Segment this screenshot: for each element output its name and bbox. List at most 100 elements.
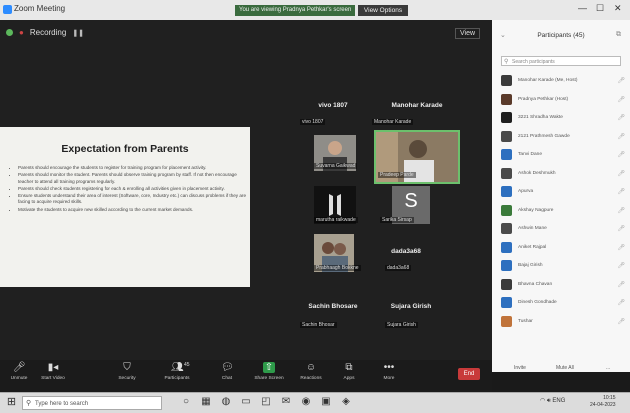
window-title: Zoom Meeting <box>14 4 66 13</box>
popout-icon[interactable]: ⧉ <box>616 31 621 39</box>
system-tray[interactable]: ◠ 🔊︎ ENG <box>540 397 565 405</box>
avatar-initial: S <box>404 190 418 212</box>
control-label: Unmute <box>10 376 28 381</box>
unmute-button[interactable]: 🎤︎ Unmute <box>0 362 38 381</box>
participant-row[interactable]: Ashok Deshmukh 🎤︎ <box>501 167 627 182</box>
participant-row[interactable]: Pradnya Pethkar (Host) 🎤︎ <box>501 93 627 108</box>
participant-row[interactable]: Dinesh Gondhade 🎤︎ <box>501 297 627 311</box>
participant-video-pradeep[interactable]: Pradeep Parde <box>374 130 460 184</box>
clock-time: 10:15 <box>603 395 616 401</box>
file-explorer-icon[interactable]: ▭ <box>240 396 252 408</box>
store-icon[interactable]: ◰ <box>260 396 272 408</box>
muted-mic-icon: 🎤︎ <box>617 115 625 121</box>
zoom-taskbar-icon[interactable]: ▣ <box>320 396 332 408</box>
shared-slide: Expectation from Parents Parents should … <box>0 127 250 287</box>
participant-video-prabhaagh[interactable]: Prabhaagh Bokkne <box>314 234 361 272</box>
video-tile-label: Sarika Sirsap <box>380 217 414 223</box>
volume-icon: 🔊︎ <box>546 398 551 404</box>
meeting-info: ● Recording ❚❚ <box>6 28 84 37</box>
video-tile-label: marutha raikwade <box>314 217 358 223</box>
muted-mic-icon: 🎤︎ <box>617 281 625 288</box>
participant-row[interactable]: Ashwin Mane 🎤︎ <box>501 223 627 237</box>
participant-name: 2121 Prathmesh Gawde <box>518 133 570 139</box>
muted-mic-icon: 🎤︎ <box>617 318 625 325</box>
participants-panel: ⌄ Participants (45) ⧉ ⚲ Search participa… <box>492 20 630 372</box>
muted-mic-icon: 🎤︎ <box>617 207 625 214</box>
video-tile-label: dada3a68 <box>385 265 412 271</box>
start-video-button[interactable]: ▮◂ Start Video <box>34 362 72 381</box>
participant-row[interactable]: Apurva 🎤︎ <box>501 186 627 200</box>
invite-button[interactable]: Invite <box>514 365 526 371</box>
close-icon[interactable]: ✕ <box>614 3 622 14</box>
windows-start-icon[interactable]: ⊞ <box>5 396 18 409</box>
apps-button[interactable]: ⧉ Apps <box>330 362 368 381</box>
taskbar-search-input[interactable]: ⚲ Type here to search <box>22 396 162 410</box>
participants-search-input[interactable]: ⚲ Search participants <box>501 56 621 66</box>
reactions-icon: ☺ <box>305 362 317 373</box>
muted-mic-icon: 🎤︎ <box>617 78 625 84</box>
panel-more-button[interactable]: ... <box>606 365 610 371</box>
more-button[interactable]: ••• More <box>370 362 408 381</box>
avatar <box>501 130 512 142</box>
share-screen-button[interactable]: ⇧ Share Screen <box>250 362 288 381</box>
participant-row[interactable]: Tanvi Dane 🎤︎ <box>501 149 627 163</box>
mail-icon[interactable]: ✉ <box>280 396 292 408</box>
participant-avatar-sarika[interactable]: S Sarika Sirsap <box>380 186 430 224</box>
participant-video-marutha[interactable]: marutha raikwade <box>314 186 358 224</box>
participant-name: Ashok Deshmukh <box>518 170 556 176</box>
video-tile-label: Sachin Bhosar <box>300 322 337 328</box>
participant-row[interactable]: Bajaj Girish 🎤︎ <box>501 260 627 274</box>
meeting-controls: 🎤︎ Unmute ▮◂ Start Video ⛉ Security 👥︎ 4… <box>0 360 492 392</box>
gallery-name: Manohar Karade <box>391 102 443 109</box>
view-options-button[interactable]: View Options <box>358 5 408 16</box>
window-titlebar: Zoom Meeting You are viewing Pradnya Pet… <box>0 0 630 21</box>
participant-row[interactable]: Akshay Nagpure 🎤︎ <box>501 204 627 219</box>
security-button[interactable]: ⛉ Security <box>108 362 146 381</box>
minimize-icon[interactable]: — <box>578 3 587 13</box>
video-icon: ▮◂ <box>47 362 59 373</box>
participant-row[interactable]: 2121 Prathmesh Gawde 🎤︎ <box>501 130 627 145</box>
participant-name: Tanvi Dane <box>518 152 542 157</box>
avatar <box>501 223 512 234</box>
control-label: Start Video <box>41 376 65 381</box>
muted-mic-icon: 🎤︎ <box>617 300 625 306</box>
chat-icon: 💬︎ <box>221 362 234 373</box>
avatar <box>501 112 512 123</box>
control-label: Chat <box>221 376 233 381</box>
avatar <box>501 93 512 105</box>
participant-row[interactable]: Bhavna Chavan 🎤︎ <box>501 278 627 293</box>
avatar <box>501 149 512 160</box>
task-view-icon[interactable]: ○ <box>180 396 192 408</box>
taskbar-clock[interactable]: 10:15 24-04-2023 <box>590 395 616 409</box>
control-label: More <box>383 376 395 381</box>
widgets-icon[interactable]: ▦ <box>200 396 212 408</box>
end-meeting-button[interactable]: End <box>458 368 480 380</box>
mute-all-button[interactable]: Mute All <box>556 365 574 371</box>
security-status-icon[interactable] <box>6 29 13 36</box>
participant-name: Dinesh Gondhade <box>518 300 557 305</box>
view-button[interactable]: View <box>455 28 481 39</box>
participant-row[interactable]: 3221 Shradha Wakte 🎤︎ <box>501 112 627 126</box>
participant-row[interactable]: Manohar Karade (Me, Host) 🎤︎ <box>501 75 627 89</box>
pause-recording-icon[interactable]: ❚❚ <box>72 29 84 37</box>
apps-icon: ⧉ <box>345 362 353 373</box>
chat-button[interactable]: 💬︎ Chat <box>208 362 246 381</box>
app-icon[interactable]: ◈ <box>340 396 352 408</box>
participant-name: 3221 Shradha Wakte <box>518 115 563 120</box>
gallery-name: Sachin Bhosare <box>308 303 358 310</box>
view-label: View <box>460 30 476 37</box>
chrome-icon[interactable]: ◉ <box>300 396 312 408</box>
muted-mic-icon: 🎤︎ <box>617 133 625 140</box>
control-label: Security <box>118 376 136 381</box>
participants-button[interactable]: 👥︎ 45 Participants <box>158 362 196 381</box>
windows-taskbar: ⊞ ⚲ Type here to search ○ ▦ ◍ ▭ ◰ ✉ ◉ ▣ … <box>0 392 630 413</box>
reactions-button[interactable]: ☺ Reactions <box>292 362 330 381</box>
maximize-icon[interactable]: ☐ <box>596 3 604 14</box>
search-icon: ⚲ <box>504 59 509 65</box>
edge-icon[interactable]: ◍ <box>220 396 232 408</box>
participant-row[interactable]: Tushar 🎤︎ <box>501 315 627 330</box>
participant-row[interactable]: Aniket Rajpal 🎤︎ <box>501 241 627 256</box>
video-tile-label: Suvarna Gaikwad <box>314 163 358 169</box>
slide-bullet: Parents should check students registerin… <box>18 186 246 192</box>
participant-video-suvarna[interactable]: Suvarna Gaikwad <box>314 135 358 171</box>
